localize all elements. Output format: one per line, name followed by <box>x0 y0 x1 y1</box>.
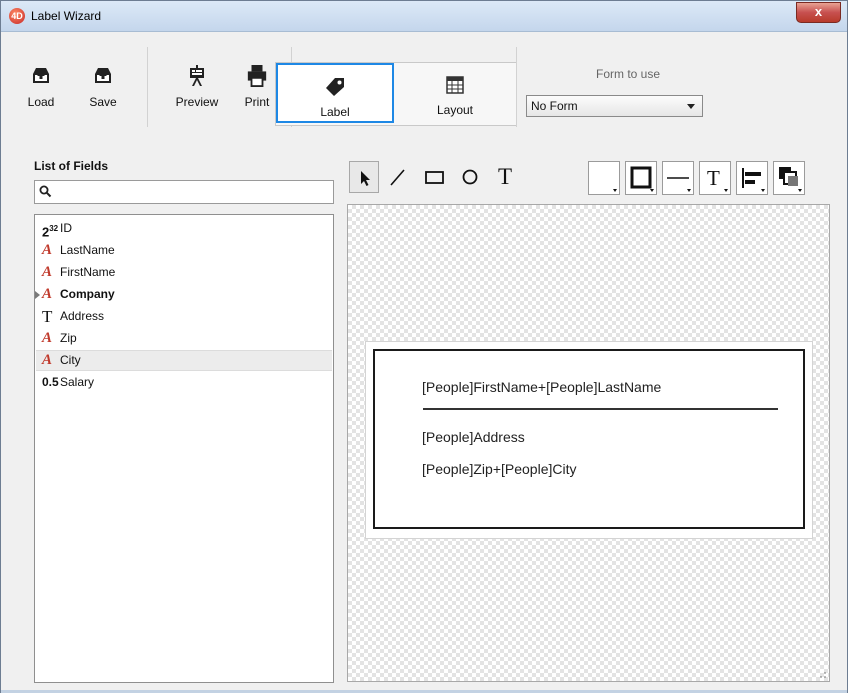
dropdown-arrow-icon <box>761 189 765 192</box>
grid-layout-icon <box>446 76 464 94</box>
line-tool-button[interactable] <box>383 161 413 193</box>
field-item-address[interactable]: T Address <box>36 306 332 327</box>
layout-mode-label: Layout <box>436 103 474 117</box>
label-frame[interactable]: [People]FirstName+[People]LastName [Peop… <box>373 349 805 529</box>
tray-save-icon <box>95 68 111 83</box>
line-style-button[interactable] <box>662 161 694 195</box>
dropdown-arrow-icon <box>650 189 654 192</box>
oval-tool-button[interactable] <box>455 161 485 193</box>
save-label: Save <box>89 95 117 109</box>
field-name: Salary <box>60 375 95 389</box>
app-icon: 4D <box>9 8 25 24</box>
title-bar: 4D Label Wizard x <box>1 1 847 32</box>
field-item-id[interactable]: 232 ID <box>36 218 332 239</box>
rectangle-icon <box>425 171 444 184</box>
form-select-value: No Form <box>531 99 578 113</box>
print-label: Print <box>244 95 270 109</box>
text-t-icon: T <box>498 164 513 189</box>
preview-label: Preview <box>175 95 219 109</box>
mode-switcher: Label Layout <box>275 62 517 126</box>
window-title: Label Wizard <box>31 9 102 23</box>
field-search-input[interactable] <box>55 183 329 203</box>
tray-upload-icon <box>33 68 49 83</box>
preview-button[interactable]: Preview <box>173 55 221 125</box>
circle-icon <box>462 169 478 185</box>
fields-panel-title: List of Fields <box>34 159 109 173</box>
label-paper: [People]FirstName+[People]LastName [Peop… <box>365 341 813 539</box>
dropdown-arrow-icon <box>687 189 691 192</box>
toolbar-divider <box>147 47 148 127</box>
toolbar: Load Save Preview Print Label Layout For… <box>11 39 841 139</box>
dropdown-arrow-icon <box>724 189 728 192</box>
field-search-box[interactable] <box>34 180 334 204</box>
field-item-city[interactable]: A City <box>36 350 332 371</box>
expand-arrow-icon[interactable] <box>35 291 40 299</box>
label-zip-city-line[interactable]: [People]Zip+[People]City <box>422 461 576 477</box>
search-icon <box>39 185 52 198</box>
fields-panel: List of Fields 232 ID A LastName A First… <box>34 159 335 683</box>
load-button[interactable]: Load <box>17 55 65 125</box>
alignment-button[interactable] <box>736 161 768 195</box>
field-list[interactable]: 232 ID A LastName A FirstName A Company … <box>34 214 334 683</box>
text-tool-button[interactable]: T <box>491 161 521 193</box>
form-to-use-label: Form to use <box>596 67 661 81</box>
tag-icon <box>326 78 344 96</box>
field-name: Address <box>60 309 105 323</box>
resize-grip-icon[interactable] <box>817 669 827 679</box>
field-item-lastname[interactable]: A LastName <box>36 240 332 261</box>
field-name: City <box>60 353 81 367</box>
fill-color-button[interactable] <box>588 161 620 195</box>
label-mode-label: Label <box>320 105 350 119</box>
arrow-tool-button[interactable] <box>349 161 379 193</box>
chevron-down-icon <box>687 104 695 109</box>
label-canvas[interactable]: [People]FirstName+[People]LastName [Peop… <box>347 204 830 682</box>
dropdown-arrow-icon <box>798 189 802 192</box>
printer-icon <box>247 65 267 87</box>
label-wizard-window: 4D Label Wizard x Load Save Preview Prin… <box>0 0 848 693</box>
field-item-company[interactable]: A Company <box>35 284 332 305</box>
arrange-button[interactable] <box>773 161 805 195</box>
field-name: Company <box>60 287 115 301</box>
presentation-board-icon <box>190 65 204 86</box>
print-button[interactable]: Print <box>233 55 281 125</box>
dropdown-arrow-icon <box>613 189 617 192</box>
close-button[interactable]: x <box>796 2 841 23</box>
label-mode-button[interactable]: Label <box>276 63 394 123</box>
toolbar-divider <box>516 47 517 127</box>
form-select[interactable]: No Form <box>526 95 703 117</box>
field-item-zip[interactable]: A Zip <box>36 328 332 349</box>
field-name: ID <box>60 221 72 235</box>
layout-mode-button[interactable]: Layout <box>396 63 514 123</box>
load-label: Load <box>27 95 55 109</box>
field-name: Zip <box>60 331 77 345</box>
rectangle-tool-button[interactable] <box>419 161 449 193</box>
label-name-line[interactable]: [People]FirstName+[People]LastName <box>422 379 661 395</box>
label-divider-line[interactable] <box>423 408 778 410</box>
text-style-icon: T <box>707 166 720 190</box>
text-style-button[interactable]: T <box>699 161 731 195</box>
field-item-firstname[interactable]: A FirstName <box>36 262 332 283</box>
cursor-arrow-icon <box>361 171 370 186</box>
field-name: LastName <box>60 243 115 257</box>
field-name: FirstName <box>60 265 116 279</box>
save-button[interactable]: Save <box>79 55 127 125</box>
line-icon <box>390 169 405 186</box>
drawing-toolbar: T T <box>349 161 831 199</box>
border-color-button[interactable] <box>625 161 657 195</box>
label-address-line[interactable]: [People]Address <box>422 429 525 445</box>
field-item-salary[interactable]: 0.5 Salary <box>36 372 332 393</box>
